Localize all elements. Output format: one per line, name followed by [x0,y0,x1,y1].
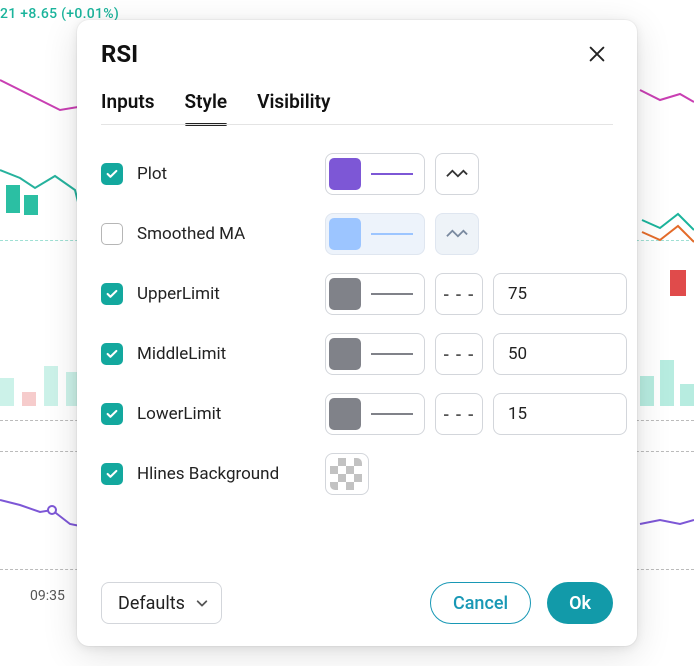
label-smoothed-ma: Smoothed MA [137,224,245,244]
line-shape-smoothed[interactable] [435,213,479,255]
transparent-swatch-icon [330,458,362,490]
row-upper-limit: UpperLimit - - - [101,264,613,324]
row-hlines-background: Hlines Background [101,444,613,504]
label-plot: Plot [137,164,167,184]
check-icon [105,467,119,481]
line-preview [371,413,413,415]
checkbox-hlines[interactable] [101,463,123,485]
cancel-button[interactable]: Cancel [430,582,531,624]
label-middle: MiddleLimit [137,344,226,364]
checkbox-upper[interactable] [101,283,123,305]
check-icon [105,167,119,181]
color-line-middle[interactable] [325,333,425,375]
tab-visibility[interactable]: Visibility [257,90,330,125]
chevron-down-icon [195,596,209,610]
row-plot: Plot [101,144,613,204]
row-middle-limit: MiddleLimit - - - [101,324,613,384]
checkbox-lower[interactable] [101,403,123,425]
line-preview [371,293,413,295]
color-line-plot[interactable] [325,153,425,195]
row-lower-limit: LowerLimit - - - [101,384,613,444]
line-dash-lower[interactable]: - - - [435,393,483,435]
value-lower-input[interactable] [506,403,614,425]
line-shape-plot[interactable] [435,153,479,195]
check-icon [105,407,119,421]
checkbox-middle[interactable] [101,343,123,365]
color-line-smoothed[interactable] [325,213,425,255]
color-line-lower[interactable] [325,393,425,435]
tab-style[interactable]: Style [185,90,228,125]
zigzag-icon [446,168,468,180]
check-icon [105,347,119,361]
dialog-tabbar: Inputs Style Visibility [77,68,637,126]
defaults-label: Defaults [118,593,185,614]
line-dash-upper[interactable]: - - - [435,273,483,315]
value-middle[interactable] [493,333,627,375]
label-upper: UpperLimit [137,284,220,304]
line-preview [371,233,413,235]
close-button[interactable] [583,40,611,68]
line-preview [371,173,413,175]
tab-inputs[interactable]: Inputs [101,90,155,125]
value-upper-input[interactable] [506,283,614,305]
color-line-upper[interactable] [325,273,425,315]
checkbox-smoothed-ma[interactable] [101,223,123,245]
checkbox-plot[interactable] [101,163,123,185]
value-lower[interactable] [493,393,627,435]
close-icon [586,43,608,65]
value-middle-input[interactable] [506,343,614,365]
label-lower: LowerLimit [137,404,221,424]
color-swatch [329,158,361,190]
color-swatch [329,398,361,430]
defaults-dropdown[interactable]: Defaults [101,582,222,624]
color-swatch [329,338,361,370]
ok-button[interactable]: Ok [547,582,613,624]
line-dash-middle[interactable]: - - - [435,333,483,375]
hlines-color-button[interactable] [325,453,369,495]
label-hlines: Hlines Background [137,464,279,484]
color-swatch [329,278,361,310]
zigzag-icon [446,228,468,240]
indicator-settings-dialog: RSI Inputs Style Visibility Plot [77,20,637,646]
dialog-footer: Defaults Cancel Ok [77,570,637,646]
line-preview [371,353,413,355]
value-upper[interactable] [493,273,627,315]
color-swatch [329,218,361,250]
dialog-body: Plot Smoothed MA [77,126,637,570]
dialog-title: RSI [101,40,138,68]
row-smoothed-ma: Smoothed MA [101,204,613,264]
check-icon [105,287,119,301]
time-axis-label: 09:35 [30,588,65,604]
